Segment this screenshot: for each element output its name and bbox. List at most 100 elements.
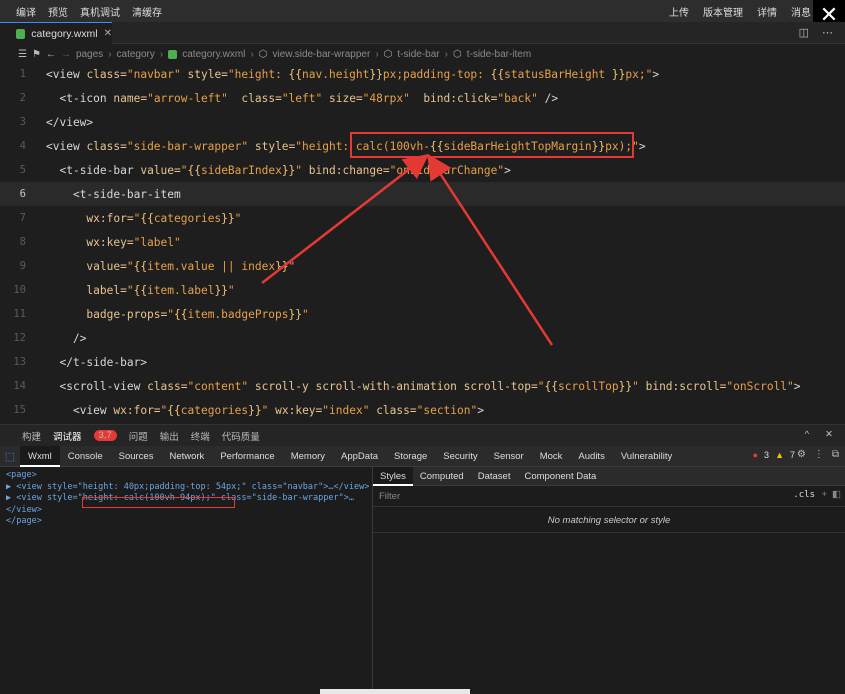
dock-icon[interactable]: ⧉ xyxy=(832,449,839,460)
code-text: wx:key="label" xyxy=(86,235,181,249)
line-number: 4 xyxy=(19,140,26,152)
tab-wxml[interactable]: Wxml xyxy=(20,445,60,467)
breadcrumb-side-bar-item[interactable]: t-side-bar-item xyxy=(467,49,531,60)
code-line[interactable]: 13 </t-side-bar> xyxy=(0,350,845,374)
breadcrumb-file[interactable]: category.wxml xyxy=(182,49,245,60)
wxml-file-icon xyxy=(168,49,178,59)
tab-component-data[interactable]: Component Data xyxy=(517,467,603,486)
inspect-element-icon[interactable]: ⬚ xyxy=(0,446,20,467)
code-line[interactable]: 5 <t-side-bar value="{{sideBarIndex}}" b… xyxy=(0,158,845,182)
breadcrumb-side-bar[interactable]: t-side-bar xyxy=(397,49,439,60)
tab-performance[interactable]: Performance xyxy=(212,446,282,467)
compile-button[interactable]: 编译 xyxy=(16,4,36,19)
tab-code-quality[interactable]: 代码质量 xyxy=(222,429,260,443)
bookmark-icon[interactable]: ⚑ xyxy=(32,49,41,60)
line-number: 11 xyxy=(13,308,26,320)
code-line[interactable]: 2 <t-icon name="arrow-left" class="left"… xyxy=(0,86,845,110)
warning-count: 7 xyxy=(789,450,795,460)
breadcrumb-pages[interactable]: pages xyxy=(76,49,103,60)
tab-output[interactable]: 输出 xyxy=(160,429,179,443)
code-editor[interactable]: 1 <view class="navbar" style="height: {{n… xyxy=(0,64,845,424)
clear-cache-button[interactable]: 清缓存 xyxy=(132,4,162,19)
tab-close-icon[interactable]: ✕ xyxy=(104,28,112,39)
toggle-sidebar-icon[interactable]: ◧ xyxy=(832,489,841,500)
cls-toggle-button[interactable]: .cls xyxy=(793,490,815,500)
filter-placeholder: Filter xyxy=(379,490,401,502)
code-line[interactable]: 15 <view wx:for="{{categories}}" wx:key=… xyxy=(0,398,845,422)
top-toolbar: 编译 预览 真机调试 清缓存 上传 版本管理 详情 消息 ✕ xyxy=(0,0,845,30)
more-vertical-icon[interactable]: ⋮ xyxy=(814,449,824,460)
code-text: <t-icon name="arrow-left" class="left" s… xyxy=(59,91,559,105)
tree-node-navbar[interactable]: ▶ <view style="height: 40px;padding-top:… xyxy=(6,482,372,494)
no-match-message: No matching selector or style xyxy=(373,507,845,533)
tree-text: <page> xyxy=(6,470,37,480)
collapse-icon[interactable]: ^ xyxy=(805,429,809,440)
forward-arrow-icon[interactable]: → xyxy=(61,49,71,60)
code-line[interactable]: 11 badge-props="{{item.badgeProps}}" xyxy=(0,302,845,326)
tab-problems[interactable]: 问题 xyxy=(129,429,148,443)
version-manage-button[interactable]: 版本管理 xyxy=(703,4,743,19)
code-line[interactable]: 3 </view> xyxy=(0,110,845,134)
breadcrumb-view[interactable]: view.side-bar-wrapper xyxy=(272,49,370,60)
breadcrumb-category[interactable]: category xyxy=(117,49,155,60)
tab-mock[interactable]: Mock xyxy=(532,446,571,467)
settings-icon[interactable]: ⚙ xyxy=(797,449,806,460)
chevron-right-icon: › xyxy=(250,48,254,60)
bottom-overlay xyxy=(320,689,470,694)
code-line[interactable]: 8 wx:key="label" xyxy=(0,230,845,254)
code-line[interactable]: 7 wx:for="{{categories}}" xyxy=(0,206,845,230)
code-line[interactable]: 1 <view class="navbar" style="height: {{n… xyxy=(0,64,845,86)
tree-text: ▶ <view style="height: 40px;padding-top:… xyxy=(6,481,370,492)
menu-icon[interactable]: ☰ xyxy=(18,49,27,60)
toolbar-right: 上传 版本管理 详情 消息 xyxy=(669,0,811,22)
styles-panel: Styles Computed Dataset Component Data F… xyxy=(372,466,845,694)
tree-node-page[interactable]: <page> xyxy=(6,470,372,482)
tab-vulnerability[interactable]: Vulnerability xyxy=(613,446,680,467)
device-debug-button[interactable]: 真机调试 xyxy=(80,4,120,19)
styles-filter-input[interactable]: Filter .cls + ◧ xyxy=(373,486,845,507)
code-text: label="{{item.label}}" xyxy=(86,283,235,297)
tab-terminal[interactable]: 终端 xyxy=(191,429,210,443)
code-line[interactable]: 12 /> xyxy=(0,326,845,350)
tab-audits[interactable]: Audits xyxy=(570,446,612,467)
messages-button[interactable]: 消息 xyxy=(791,4,811,19)
preview-button[interactable]: 预览 xyxy=(48,4,68,19)
tab-category-wxml[interactable]: category.wxml ✕ xyxy=(0,22,112,44)
tab-styles[interactable]: Styles xyxy=(373,466,413,486)
error-icon: ● xyxy=(752,450,759,460)
line-number: 1 xyxy=(19,68,26,80)
wxml-tree-panel[interactable]: <page> ▶ <view style="height: 40px;paddi… xyxy=(0,467,372,694)
upload-button[interactable]: 上传 xyxy=(669,4,689,19)
code-line[interactable]: 14 <scroll-view class="content" scroll-y… xyxy=(0,374,845,398)
details-button[interactable]: 详情 xyxy=(757,4,777,19)
code-line[interactable]: 6 <t-side-bar-item xyxy=(0,182,845,206)
tab-security[interactable]: Security xyxy=(435,446,485,467)
tab-debugger[interactable]: 调试器 xyxy=(53,429,82,443)
line-number: 14 xyxy=(13,380,26,392)
tab-network[interactable]: Network xyxy=(161,446,212,467)
tab-appdata[interactable]: AppData xyxy=(333,446,386,467)
code-line[interactable]: 9 value="{{item.value || index}}" xyxy=(0,254,845,278)
tree-node-page-close[interactable]: </page> xyxy=(6,516,372,528)
tab-console[interactable]: Console xyxy=(60,446,111,467)
line-number: 8 xyxy=(19,236,26,248)
tab-storage[interactable]: Storage xyxy=(386,446,435,467)
tab-memory[interactable]: Memory xyxy=(283,446,333,467)
more-icon[interactable]: ⋯ xyxy=(822,26,833,39)
tab-dataset[interactable]: Dataset xyxy=(471,467,518,486)
back-arrow-icon[interactable]: ← xyxy=(46,49,56,60)
code-line[interactable]: 10 label="{{item.label}}" xyxy=(0,278,845,302)
code-text: <view class="navbar" style="height: {{na… xyxy=(46,67,660,81)
split-editor-icon[interactable]: ◫ xyxy=(799,26,809,39)
devtools-top-strip: 构建 调试器 3,7 问题 输出 终端 代码质量 ^ ✕ xyxy=(0,424,845,446)
code-text: value="{{item.value || index}}" xyxy=(86,259,296,273)
tab-sensor[interactable]: Sensor xyxy=(486,446,532,467)
toolbar-menu: 编译 预览 真机调试 清缓存 xyxy=(0,4,162,19)
tab-build[interactable]: 构建 xyxy=(22,429,41,443)
tab-sources[interactable]: Sources xyxy=(111,446,162,467)
issue-counts[interactable]: ● 3 ▲ 7 xyxy=(753,450,795,460)
tab-computed[interactable]: Computed xyxy=(413,467,471,486)
chevron-right-icon: › xyxy=(375,48,379,60)
add-rule-icon[interactable]: + xyxy=(821,489,827,500)
close-panel-icon[interactable]: ✕ xyxy=(825,429,833,440)
